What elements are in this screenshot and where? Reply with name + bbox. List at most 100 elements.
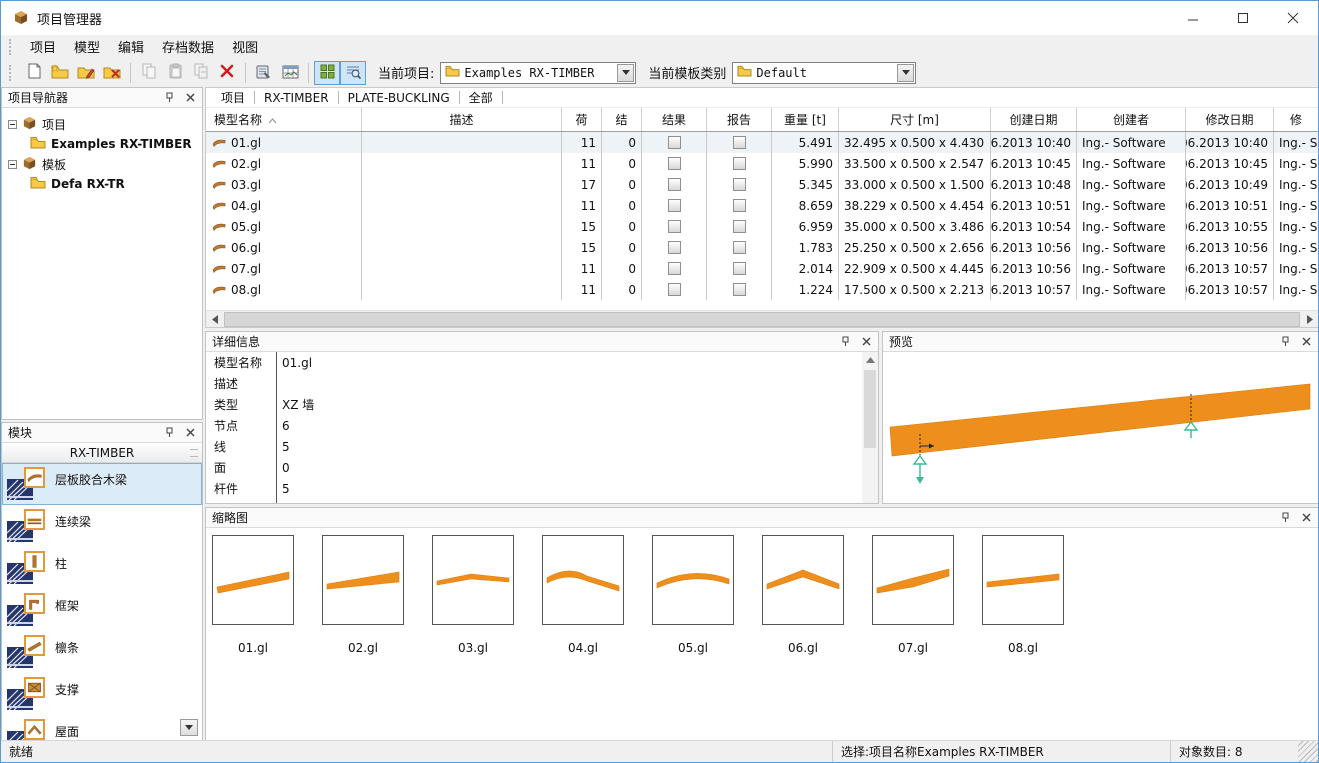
results-checkbox[interactable]: [668, 262, 681, 275]
tree-expander-icon[interactable]: [8, 120, 17, 129]
module-item[interactable]: 框架: [2, 589, 202, 631]
report-checkbox[interactable]: [733, 178, 746, 191]
results-checkbox[interactable]: [668, 220, 681, 233]
column-header-4[interactable]: 结果: [642, 108, 707, 131]
close-icon[interactable]: [859, 335, 873, 349]
thumbnail-card[interactable]: [982, 535, 1064, 625]
tree-item-label[interactable]: Examples RX-TIMBER: [51, 137, 192, 151]
tree-root-label[interactable]: 模板: [42, 156, 66, 173]
scroll-right-icon[interactable]: [1301, 311, 1318, 328]
pin-icon[interactable]: [162, 91, 176, 105]
table-row[interactable]: 08.gl1101.22417.500 x 0.500 x 2.2134.06.…: [206, 279, 1318, 300]
menu-item-4[interactable]: 视图: [223, 39, 267, 58]
preview-canvas[interactable]: [883, 352, 1318, 504]
table-row[interactable]: 07.gl1102.01422.909 x 0.500 x 4.4454.06.…: [206, 258, 1318, 279]
tree-item[interactable]: Defa RX-TR: [8, 174, 202, 194]
report-checkbox[interactable]: [733, 262, 746, 275]
column-header-10[interactable]: 修改日期: [1186, 108, 1274, 131]
report-checkbox[interactable]: [733, 241, 746, 254]
module-item[interactable]: 屋面: [2, 715, 202, 741]
table-row[interactable]: 04.gl1108.65938.229 x 0.500 x 4.4544.06.…: [206, 195, 1318, 216]
close-icon[interactable]: [1299, 335, 1313, 349]
thumbnail-card[interactable]: [542, 535, 624, 625]
delete-button[interactable]: [214, 61, 240, 85]
new-project-folder-button[interactable]: [47, 61, 73, 85]
column-header-7[interactable]: 尺寸 [m]: [839, 108, 991, 131]
new-model-button[interactable]: [21, 61, 47, 85]
module-item[interactable]: 支撑: [2, 673, 202, 715]
menu-item-1[interactable]: 模型: [65, 39, 109, 58]
minimize-button[interactable]: [1168, 1, 1218, 35]
details-preview-splitter[interactable]: [879, 331, 882, 504]
menu-item-3[interactable]: 存档数据: [153, 39, 223, 58]
column-header-5[interactable]: 报告: [707, 108, 772, 131]
module-item[interactable]: 层板胶合木梁: [2, 463, 202, 505]
tab-3[interactable]: 全部: [460, 88, 502, 107]
table-row[interactable]: 05.gl1506.95935.000 x 0.500 x 3.4864.06.…: [206, 216, 1318, 237]
tab-2[interactable]: PLATE-BUCKLING: [339, 90, 459, 106]
close-button[interactable]: [1268, 1, 1318, 35]
report-checkbox[interactable]: [733, 220, 746, 233]
column-header-11[interactable]: 修: [1274, 108, 1318, 131]
dropdown-arrow-icon[interactable]: [617, 64, 634, 82]
module-item[interactable]: 檩条: [2, 631, 202, 673]
close-icon[interactable]: [183, 91, 197, 105]
tab-1[interactable]: RX-TIMBER: [255, 90, 338, 106]
close-icon[interactable]: [1299, 511, 1313, 525]
thumbnail-card[interactable]: [872, 535, 954, 625]
tree-root-1[interactable]: 模板: [8, 154, 202, 174]
menu-item-2[interactable]: 编辑: [109, 39, 153, 58]
edit-project-folder-button[interactable]: [73, 61, 99, 85]
info-card-button[interactable]: [251, 61, 277, 85]
scrollbar-thumb[interactable]: [864, 370, 876, 448]
module-item[interactable]: 柱: [2, 547, 202, 589]
report-checkbox[interactable]: [733, 157, 746, 170]
table-horizontal-scrollbar[interactable]: [206, 310, 1318, 327]
delete-project-folder-button[interactable]: [99, 61, 125, 85]
template-category-select[interactable]: Default: [732, 62, 916, 84]
pin-icon[interactable]: [1278, 511, 1292, 525]
current-project-select[interactable]: Examples RX-TIMBER: [440, 62, 636, 84]
details-scrollbar[interactable]: [862, 352, 878, 504]
tree-item[interactable]: Examples RX-TIMBER: [8, 134, 202, 154]
resize-grip[interactable]: [1298, 741, 1318, 762]
table-row[interactable]: 06.gl1501.78325.250 x 0.500 x 2.6564.06.…: [206, 237, 1318, 258]
thumbnails-view-button[interactable]: [314, 61, 340, 85]
report-checkbox[interactable]: [733, 136, 746, 149]
thumbnail-card[interactable]: [212, 535, 294, 625]
details-thumbs-splitter[interactable]: [205, 504, 1317, 507]
module-group-header[interactable]: RX-TIMBER: [2, 443, 202, 463]
pin-icon[interactable]: [838, 335, 852, 349]
archive-table-button[interactable]: [277, 61, 303, 85]
column-header-8[interactable]: 创建日期: [991, 108, 1077, 131]
left-horizontal-splitter[interactable]: [1, 420, 203, 422]
thumbnail-card[interactable]: [432, 535, 514, 625]
preview-view-button[interactable]: [340, 61, 366, 85]
scroll-up-icon[interactable]: [862, 352, 878, 368]
results-checkbox[interactable]: [668, 199, 681, 212]
tree-item-label[interactable]: Defa RX-TR: [51, 177, 125, 191]
table-row[interactable]: 02.gl1105.99033.500 x 0.500 x 2.5474.06.…: [206, 153, 1318, 174]
table-row[interactable]: 03.gl1705.34533.000 x 0.500 x 1.5004.06.…: [206, 174, 1318, 195]
column-header-0[interactable]: 模型名称: [206, 108, 362, 131]
thumbnail-card[interactable]: [322, 535, 404, 625]
column-header-3[interactable]: 结: [602, 108, 642, 131]
results-checkbox[interactable]: [668, 136, 681, 149]
table-row[interactable]: 01.gl1105.49132.495 x 0.500 x 4.4304.06.…: [206, 132, 1318, 153]
vertical-splitter[interactable]: [203, 87, 205, 740]
column-header-6[interactable]: 重量 [t]: [772, 108, 839, 131]
results-checkbox[interactable]: [668, 241, 681, 254]
tree-root-label[interactable]: 项目: [42, 116, 66, 133]
menu-item-0[interactable]: 项目: [21, 39, 65, 58]
table-details-splitter[interactable]: [205, 328, 1317, 331]
close-icon[interactable]: [183, 426, 197, 440]
results-checkbox[interactable]: [668, 283, 681, 296]
column-header-9[interactable]: 创建者: [1077, 108, 1186, 131]
results-checkbox[interactable]: [668, 157, 681, 170]
modules-scroll-down-button[interactable]: [180, 719, 198, 736]
scrollbar-thumb[interactable]: [224, 312, 1300, 327]
tab-0[interactable]: 项目: [212, 88, 254, 107]
report-checkbox[interactable]: [733, 199, 746, 212]
menu-grip[interactable]: [9, 39, 13, 55]
thumbnail-card[interactable]: [762, 535, 844, 625]
